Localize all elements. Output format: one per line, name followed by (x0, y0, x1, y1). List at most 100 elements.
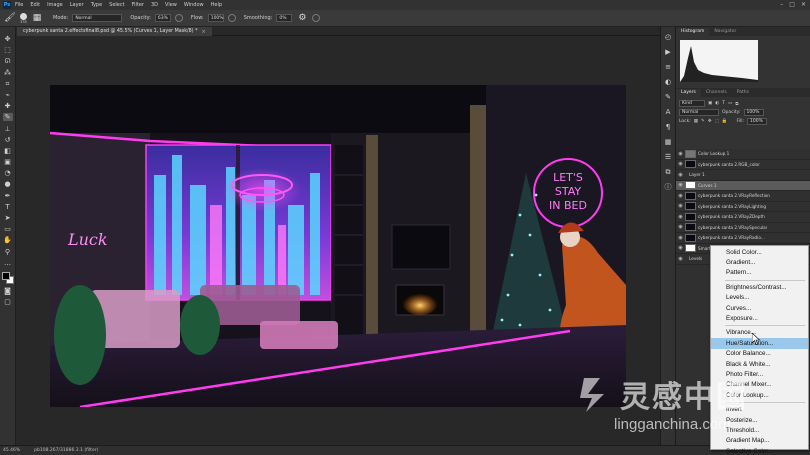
layer-row[interactable]: ◉ cyberpunk santa 2.VRayReflection (676, 191, 810, 202)
marquee-tool-icon[interactable]: ⬚ (3, 46, 13, 54)
brush-tool-icon-active[interactable]: ✎ (2, 113, 13, 122)
actions-panel-icon[interactable]: ▶ (664, 48, 673, 57)
menu-item[interactable]: Brightness/Contrast... (711, 282, 808, 292)
lasso-tool-icon[interactable]: ᘏ (3, 57, 13, 65)
hand-tool-icon[interactable]: ✋ (3, 236, 13, 244)
document-tab[interactable]: cyberpunk santa 2.effectsfinal8.psd @ 45… (17, 27, 212, 36)
visibility-eye-icon[interactable]: ◉ (676, 214, 685, 220)
menu-select[interactable]: Select (109, 2, 124, 8)
eraser-tool-icon[interactable]: ◧ (3, 147, 13, 155)
filter-kind-select[interactable]: Kind (679, 100, 705, 107)
visibility-eye-icon[interactable]: ◉ (676, 256, 685, 262)
menu-item[interactable]: Gradient... (711, 257, 808, 267)
menu-item[interactable]: Exposure... (711, 313, 808, 323)
filter-pixel-icon[interactable]: ▣ (708, 101, 712, 106)
menu-3d[interactable]: 3D (151, 2, 158, 8)
layer-row[interactable]: ◉ cyberpunk santa 2.VRayZDepth (676, 212, 810, 223)
path-select-tool-icon[interactable]: ➤ (3, 214, 13, 222)
maximize-button[interactable]: □ (789, 1, 795, 8)
filter-adjustment-icon[interactable]: ◐ (715, 101, 719, 106)
move-tool-icon[interactable]: ✥ (3, 35, 13, 43)
menu-type[interactable]: Type (91, 2, 102, 8)
menu-item[interactable]: Levels... (711, 293, 808, 303)
tab-channels[interactable]: Channels (701, 89, 732, 97)
layer-row[interactable]: ◉ cyberpunk santa 2.VRayRadio... (676, 233, 810, 244)
adjustments-panel-icon[interactable]: ◐ (664, 78, 673, 87)
menu-filter[interactable]: Filter (132, 2, 144, 8)
zoom-level[interactable]: 45.46% (3, 448, 20, 453)
visibility-eye-icon[interactable]: ◉ (676, 235, 685, 241)
eyedropper-tool-icon[interactable]: ⌁ (3, 91, 13, 99)
pressure-size-icon[interactable] (312, 14, 321, 22)
info-panel-icon[interactable]: ⓘ (664, 183, 673, 192)
menu-item[interactable]: Solid Color... (711, 247, 808, 257)
menu-view[interactable]: View (165, 2, 177, 8)
quick-select-tool-icon[interactable]: ⁂ (3, 69, 13, 77)
flow-field[interactable]: 100% (207, 14, 224, 22)
blend-mode-select[interactable]: Normal (679, 109, 719, 116)
pen-tool-icon[interactable]: ✒ (3, 192, 13, 200)
swatches-panel-icon[interactable]: ▦ (664, 138, 673, 147)
menu-edit[interactable]: Edit (30, 2, 40, 8)
canvas-area[interactable]: LET'S STAY IN BED Luck (17, 36, 660, 445)
lock-pixels-icon[interactable]: ▦ (694, 119, 698, 124)
layer-comps-panel-icon[interactable]: ⧉ (664, 168, 673, 177)
crop-tool-icon[interactable]: ⌗ (3, 80, 13, 88)
pressure-opacity-icon[interactable] (174, 14, 183, 22)
tab-paths[interactable]: Paths (732, 89, 754, 97)
menu-item[interactable]: Selective Color... (711, 446, 808, 455)
airbrush-icon[interactable] (227, 14, 236, 22)
document-info[interactable]: pb108.267/31886.3.1 (filter) (34, 448, 98, 453)
tab-navigator[interactable]: Navigator (709, 28, 741, 36)
healing-tool-icon[interactable]: ✚ (3, 102, 13, 110)
menu-layer[interactable]: Layer (70, 2, 84, 8)
filter-type-icon[interactable]: T (722, 101, 725, 106)
tab-layers[interactable]: Layers (676, 89, 701, 97)
visibility-eye-icon[interactable]: ◉ (676, 161, 685, 167)
brushes-panel-icon[interactable]: ✎ (664, 93, 673, 102)
quick-mask-icon[interactable]: ◙ (3, 287, 13, 295)
opacity-field[interactable]: 63% (154, 14, 171, 22)
visibility-eye-icon[interactable]: ◉ (676, 172, 685, 178)
close-window-button[interactable]: ✕ (801, 1, 806, 8)
color-swatches[interactable] (1, 271, 14, 284)
visibility-eye-icon[interactable]: ◉ (676, 182, 685, 188)
fill-field[interactable]: 100% (747, 118, 768, 125)
blur-tool-icon[interactable]: ◔ (3, 169, 13, 177)
layer-row[interactable]: ◉ Curves 1 (676, 180, 810, 191)
clone-stamp-tool-icon[interactable]: ⊥ (3, 125, 13, 133)
lock-paint-icon[interactable]: ✎ (701, 119, 705, 124)
libraries-panel-icon[interactable]: ☰ (664, 153, 673, 162)
layer-row[interactable]: ◉ cyberpunk santa 2.VRayLighting (676, 202, 810, 212)
menu-item[interactable]: Color Balance... (711, 349, 808, 359)
more-tools-icon[interactable]: … (3, 259, 13, 267)
brush-settings-icon[interactable]: ▦ (31, 12, 43, 24)
artwork-canvas[interactable]: LET'S STAY IN BED Luck (50, 85, 626, 407)
history-brush-tool-icon[interactable]: ↺ (3, 136, 13, 144)
layer-row[interactable]: ◉ cyberpunk santa 2.RGB_color (676, 160, 810, 170)
history-panel-icon[interactable]: ◴ (664, 33, 673, 42)
layer-row[interactable]: ◉ Layer 1 (676, 170, 810, 181)
menu-item[interactable]: Curves... (711, 303, 808, 313)
layer-row[interactable]: ◉ cyberpunk santa 2.VRaySpecular (676, 223, 810, 233)
lock-all-icon[interactable]: 🔒 (722, 119, 728, 124)
close-document-icon[interactable]: × (201, 29, 205, 35)
character-panel-icon[interactable]: A (664, 108, 673, 117)
visibility-eye-icon[interactable]: ◉ (676, 151, 685, 157)
menu-window[interactable]: Window (184, 2, 204, 8)
zoom-tool-icon[interactable]: ⚲ (3, 248, 13, 256)
visibility-eye-icon[interactable]: ◉ (676, 193, 685, 199)
menu-file[interactable]: File (15, 2, 23, 8)
visibility-eye-icon[interactable]: ◉ (676, 203, 685, 209)
screen-mode-icon[interactable]: ▢ (3, 298, 13, 306)
brush-preset-picker[interactable]: 335 (20, 12, 27, 24)
layer-row[interactable]: ◉ Color Lookup 1 (676, 149, 810, 160)
type-tool-icon[interactable]: T (3, 203, 13, 211)
lock-artboard-icon[interactable]: ⬚ (715, 119, 719, 124)
layer-opacity-field[interactable]: 100% (743, 109, 764, 116)
smoothing-field[interactable]: 0% (276, 14, 293, 22)
paragraph-panel-icon[interactable]: ¶ (664, 123, 673, 132)
smoothing-options-icon[interactable]: ⚙ (296, 12, 308, 24)
shape-tool-icon[interactable]: ▭ (3, 225, 13, 233)
menu-item[interactable]: Black & White... (711, 359, 808, 369)
